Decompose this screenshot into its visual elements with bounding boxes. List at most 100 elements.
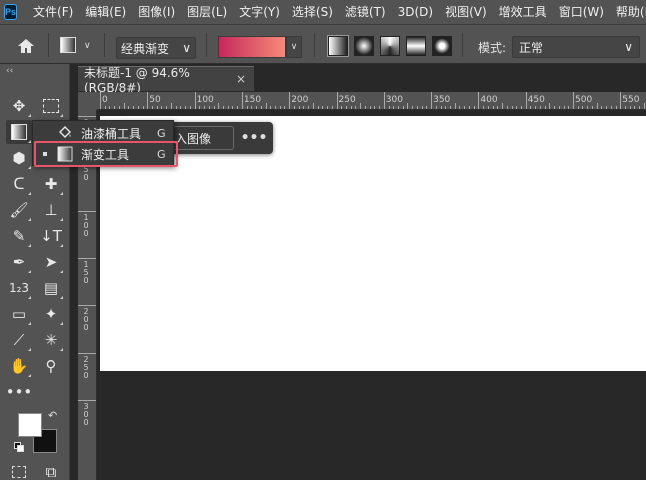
foreground-color-swatch[interactable]: [18, 413, 42, 437]
clone-stamp-tool-icon[interactable]: ⊥: [38, 198, 64, 222]
menu-3d[interactable]: 3D(D): [392, 0, 439, 24]
ruler-tick: [478, 92, 480, 109]
document-tab[interactable]: 未标题-1 @ 94.6%(RGB/8#) ×: [78, 66, 254, 95]
options-bar: ∨ 经典渐变 ∨ ∨ 模式: 正常 ∨: [0, 24, 646, 64]
magic-wand-tool-icon[interactable]: ✦: [38, 302, 64, 326]
quick-mask-icon[interactable]: [6, 460, 32, 480]
ruler-minor-tick: [402, 106, 404, 109]
menu-layer[interactable]: 图层(L): [181, 0, 233, 24]
ruler-minor-tick: [577, 106, 579, 109]
ruler-minor-tick: [213, 106, 215, 109]
ruler-minor-tick: [222, 106, 224, 109]
ruler-minor-tick: [227, 106, 229, 109]
type-tool-icon[interactable]: ↓T: [38, 224, 64, 248]
note-tool-icon[interactable]: ▤: [38, 276, 64, 300]
menu-file[interactable]: 文件(F): [27, 0, 79, 24]
ruler-tick: [194, 92, 196, 109]
gradient-tool-icon[interactable]: [6, 120, 32, 144]
divider: [48, 33, 49, 57]
reflected-gradient-icon[interactable]: [406, 36, 426, 56]
ruler-label: 300: [385, 95, 403, 105]
screen-mode-icon[interactable]: ⧉: [38, 460, 64, 480]
ruler-minor-tick: [506, 106, 508, 109]
brush-tool-icon[interactable]: 🖌: [6, 198, 32, 222]
chevron-down-icon[interactable]: ∨: [84, 41, 91, 51]
ruler-label: 200: [83, 307, 89, 333]
linear-gradient-icon[interactable]: [327, 35, 349, 57]
ruler-minor-tick: [279, 106, 281, 109]
spot-healing-tool-icon[interactable]: ✚: [38, 172, 64, 196]
more-options-icon[interactable]: •••: [240, 127, 268, 149]
menu-help[interactable]: 帮助(H): [610, 0, 646, 24]
ruler-label: 250: [338, 95, 356, 105]
paint-bucket-icon: [57, 125, 73, 141]
ruler-minor-tick: [170, 103, 172, 109]
ruler-tick: [100, 92, 101, 109]
marquee-tool-icon[interactable]: [38, 94, 64, 118]
document-canvas[interactable]: [100, 116, 646, 371]
close-icon[interactable]: ×: [236, 72, 246, 86]
ruler-label: 50: [149, 95, 161, 105]
collapse-panel-icon[interactable]: ‹‹: [6, 66, 13, 76]
eyedropper-tool-icon[interactable]: ⟋: [6, 328, 32, 352]
tool-preset-gradient-icon[interactable]: [60, 37, 76, 53]
count-tool-icon[interactable]: 1₂3: [6, 276, 32, 300]
ruler-tick: [78, 305, 96, 307]
lasso-tool-icon[interactable]: ᑕ: [6, 172, 32, 196]
radial-gradient-icon[interactable]: [354, 36, 374, 56]
canvas-area[interactable]: [97, 110, 646, 480]
menu-edit[interactable]: 编辑(E): [79, 0, 132, 24]
ruler-minor-tick: [591, 106, 593, 109]
flyout-item-shortcut: G: [157, 126, 166, 140]
eraser-tool-icon[interactable]: ✎: [6, 224, 32, 248]
ruler-minor-tick: [360, 103, 362, 109]
gradient-picker-dropdown[interactable]: ∨: [286, 36, 302, 58]
ruler-minor-tick: [128, 106, 130, 109]
ruler-tick: [573, 92, 574, 109]
puppet-warp-tool-icon[interactable]: ✳: [38, 328, 64, 352]
pen-tool-icon[interactable]: ✒: [6, 250, 32, 274]
home-icon[interactable]: [16, 37, 36, 55]
hand-tool-icon[interactable]: ✋: [6, 354, 32, 378]
ruler-minor-tick: [308, 106, 310, 109]
blur-tool-icon[interactable]: ⬢: [6, 146, 32, 170]
ruler-corner: [78, 92, 97, 110]
zoom-tool-icon[interactable]: ⚲: [38, 354, 64, 378]
ruler-minor-tick: [256, 106, 258, 109]
menu-plugins[interactable]: 增效工具: [493, 0, 553, 24]
ruler-minor-tick: [284, 106, 286, 109]
menu-window[interactable]: 窗口(W): [553, 0, 610, 24]
path-selection-tool-icon[interactable]: ➤: [38, 250, 64, 274]
move-tool-icon[interactable]: ✥: [6, 94, 32, 118]
ruler-minor-tick: [582, 106, 584, 109]
menu-select[interactable]: 选择(S): [286, 0, 339, 24]
ruler-minor-tick: [596, 103, 598, 109]
default-colors-icon[interactable]: [14, 442, 24, 452]
swap-colors-icon[interactable]: ↶: [48, 409, 57, 422]
ruler-minor-tick: [189, 106, 191, 109]
ruler-tick: [336, 92, 338, 109]
divider: [314, 33, 315, 57]
ruler-minor-tick: [601, 106, 603, 109]
angle-gradient-icon[interactable]: [380, 36, 400, 56]
gradient-preset-dropdown[interactable]: 经典渐变 ∨: [116, 37, 196, 59]
gradient-swatch[interactable]: [218, 36, 286, 58]
ruler-tick: [620, 92, 622, 109]
import-image-label: 入图像: [175, 131, 212, 146]
menu-type[interactable]: 文字(Y): [233, 0, 286, 24]
menu-image[interactable]: 图像(I): [132, 0, 181, 24]
ruler-label: 0: [102, 95, 108, 105]
ruler-tick: [525, 92, 527, 109]
ruler-minor-tick: [440, 106, 442, 109]
ruler-minor-tick: [161, 106, 163, 109]
ruler-minor-tick: [152, 106, 154, 109]
more-tools-icon[interactable]: •••: [6, 380, 33, 404]
ruler-tick: [78, 352, 96, 354]
blend-mode-dropdown[interactable]: 正常 ∨: [512, 36, 640, 58]
menu-filter[interactable]: 滤镜(T): [339, 0, 392, 24]
menu-view[interactable]: 视图(V): [439, 0, 493, 24]
ruler-minor-tick: [237, 106, 239, 109]
ruler-tool-icon[interactable]: ▭: [6, 302, 32, 326]
ruler-tick: [241, 92, 243, 109]
diamond-gradient-icon[interactable]: [432, 36, 452, 56]
